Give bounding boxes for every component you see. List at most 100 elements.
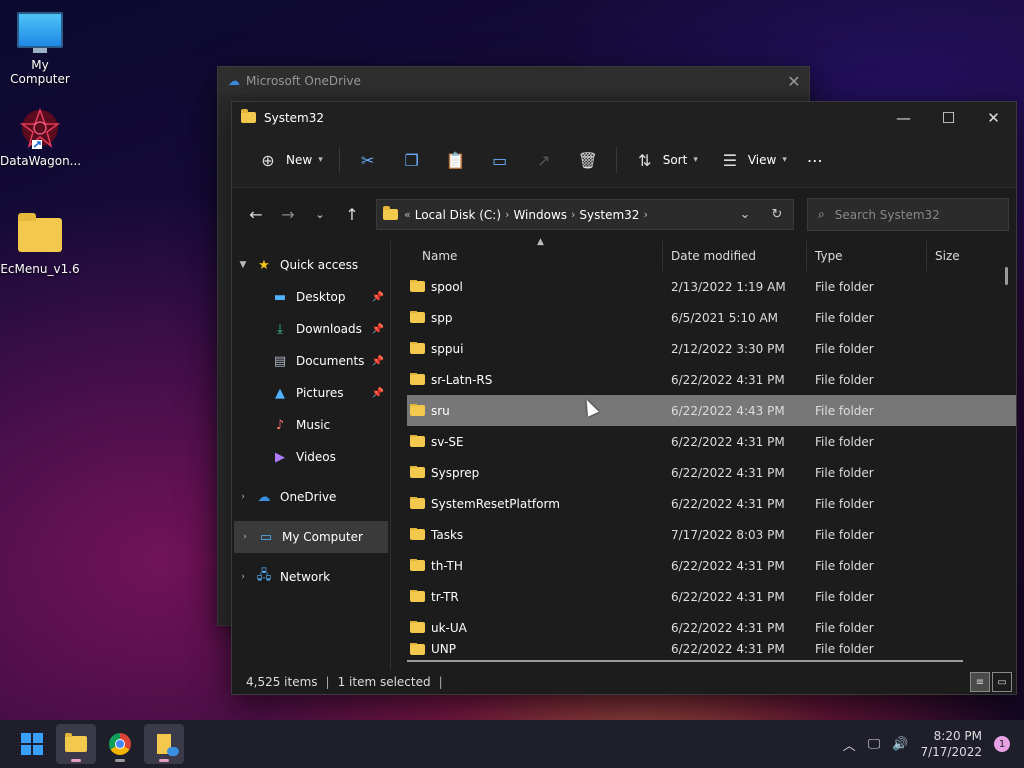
minimize-button[interactable]: — xyxy=(881,109,926,127)
documents-icon: ▤ xyxy=(273,353,287,369)
file-name-cell: uk-UA xyxy=(407,620,663,635)
details-view-icon[interactable]: ≡ xyxy=(970,672,990,692)
file-row[interactable]: sv-SE 6/22/2022 4:31 PM File folder xyxy=(407,426,1016,457)
view-lines-icon: ☰ xyxy=(722,150,738,170)
more-options-button[interactable]: ⋯ xyxy=(797,144,833,176)
sidebar-item-network[interactable]: › 🖧 Network xyxy=(232,561,390,593)
maximize-button[interactable]: ☐ xyxy=(926,109,971,127)
close-icon[interactable]: ✕ xyxy=(779,72,809,91)
breadcrumb-system32[interactable]: System32 xyxy=(579,208,639,222)
share-button[interactable]: ↗ xyxy=(522,144,566,176)
view-button[interactable]: ☰ View ▾ xyxy=(708,144,797,176)
column-header-date[interactable]: Date modified xyxy=(663,241,807,271)
network-status-icon[interactable]: 🖵 xyxy=(868,737,881,752)
notification-badge[interactable]: 1 xyxy=(994,736,1010,752)
command-bar: ⊕ New ▾ ✂ ❐ 📋 ▭ ↗ 🗑 ⇅ Sort ▾ ☰ View ▾ ⋯ xyxy=(232,133,1016,188)
file-row[interactable]: sru 6/22/2022 4:43 PM File folder xyxy=(407,395,1016,426)
monitor-icon xyxy=(17,12,63,53)
refresh-icon[interactable]: ↻ xyxy=(761,207,793,222)
column-header-type[interactable]: Type xyxy=(807,241,927,271)
horizontal-scrollbar[interactable] xyxy=(407,660,963,662)
close-button[interactable]: ✕ xyxy=(971,109,1016,127)
chevron-up-icon[interactable]: ︿ xyxy=(843,735,856,754)
folder-icon xyxy=(410,403,425,416)
file-row[interactable]: Sysprep 6/22/2022 4:31 PM File folder xyxy=(407,457,1016,488)
forward-arrow-icon[interactable]: → xyxy=(272,205,304,224)
new-button[interactable]: ⊕ New ▾ xyxy=(246,144,333,176)
search-input[interactable]: Search System32 xyxy=(835,208,940,222)
sidebar-item-music[interactable]: ♪ Music xyxy=(232,409,390,441)
taskbar-file-explorer[interactable] xyxy=(56,724,96,764)
chevron-right-icon[interactable]: › xyxy=(234,532,256,542)
desktop-icon-datawagon[interactable]: DataWagon... xyxy=(0,106,81,168)
vertical-scrollbar[interactable] xyxy=(1005,267,1008,285)
pin-icon[interactable]: 📌 xyxy=(372,292,384,303)
file-name-cell: spool xyxy=(407,279,663,294)
recent-chevron-icon[interactable]: ⌄ xyxy=(304,208,336,221)
sidebar-item-quick-access[interactable]: ▼ ★ Quick access xyxy=(232,249,390,281)
paste-icon: 📋 xyxy=(445,150,466,170)
taskbar-app[interactable] xyxy=(144,724,184,764)
sidebar-item-pictures[interactable]: ▲ Pictures 📌 xyxy=(232,377,390,409)
volume-icon[interactable]: 🔊 xyxy=(892,737,908,752)
tiles-view-icon[interactable]: ▭ xyxy=(992,672,1012,692)
file-row[interactable]: spp 6/5/2021 5:10 AM File folder xyxy=(407,302,1016,333)
datawagon-icon xyxy=(18,106,62,150)
folder-icon xyxy=(410,589,425,602)
desktop-icon-my-computer[interactable]: My Computer xyxy=(0,12,80,86)
address-bar[interactable]: « Local Disk (C:) › Windows › System32 ›… xyxy=(376,199,794,230)
file-name-cell: sv-SE xyxy=(407,434,663,449)
sidebar-item-desktop[interactable]: ▬ Desktop 📌 xyxy=(232,281,390,313)
column-header-size[interactable]: Size xyxy=(927,241,997,271)
chevron-down-icon[interactable]: ▼ xyxy=(232,260,254,270)
onedrive-cloud-icon: ☁ xyxy=(228,74,240,88)
start-button[interactable] xyxy=(12,724,52,764)
file-row[interactable]: Tasks 7/17/2022 8:03 PM File folder xyxy=(407,519,1016,550)
sidebar-item-videos[interactable]: ▶ Videos xyxy=(232,441,390,473)
chevron-down-icon: ▾ xyxy=(318,155,323,165)
copy-button[interactable]: ❐ xyxy=(390,144,434,176)
pin-icon[interactable]: 📌 xyxy=(372,356,384,367)
pin-icon[interactable]: 📌 xyxy=(372,324,384,335)
file-name: tr-TR xyxy=(431,589,459,604)
file-row[interactable]: SystemResetPlatform 6/22/2022 4:31 PM File… xyxy=(407,488,1016,519)
sort-button[interactable]: ⇅ Sort ▾ xyxy=(623,144,708,176)
clock-date: 7/17/2022 xyxy=(920,745,982,759)
back-arrow-icon[interactable]: ← xyxy=(240,205,272,224)
file-row[interactable]: UNP 6/22/2022 4:31 PM File folder xyxy=(407,643,1016,655)
file-row[interactable]: uk-UA 6/22/2022 4:31 PM File folder xyxy=(407,612,1016,643)
file-row[interactable]: th-TH 6/22/2022 4:31 PM File folder xyxy=(407,550,1016,581)
breadcrumb-local-disk[interactable]: Local Disk (C:) xyxy=(415,208,501,222)
sidebar-item-downloads[interactable]: ⤓ Downloads 📌 xyxy=(232,313,390,345)
chevron-right-icon[interactable]: › xyxy=(232,572,254,582)
file-row[interactable]: spool 2/13/2022 1:19 AM File folder xyxy=(407,271,1016,302)
folder-icon xyxy=(410,465,425,478)
search-box[interactable]: ⌕ Search System32 xyxy=(807,198,1009,231)
desktop-icon-ecmenu[interactable]: EcMenu_v1.6 xyxy=(0,212,80,276)
sidebar-item-documents[interactable]: ▤ Documents 📌 xyxy=(232,345,390,377)
sidebar-item-my-computer[interactable]: › ▭ My Computer xyxy=(234,521,388,553)
delete-button[interactable]: 🗑 xyxy=(566,144,610,176)
breadcrumb-windows[interactable]: Windows xyxy=(513,208,567,222)
taskbar-chrome[interactable] xyxy=(100,724,140,764)
file-name: sv-SE xyxy=(431,434,464,449)
clock[interactable]: 8:20 PM 7/17/2022 xyxy=(920,728,982,760)
sidebar-item-label: My Computer xyxy=(282,530,363,544)
column-header-name[interactable]: Name xyxy=(407,241,663,271)
chevron-right-icon[interactable]: › xyxy=(232,492,254,502)
rename-button[interactable]: ▭ xyxy=(478,144,522,176)
up-arrow-icon[interactable]: ↑ xyxy=(336,205,368,224)
overflow-chevron[interactable]: « xyxy=(404,208,411,221)
cut-button[interactable]: ✂ xyxy=(346,144,390,176)
file-row[interactable]: sr-Latn-RS 6/22/2022 4:31 PM File folder xyxy=(407,364,1016,395)
chrome-icon xyxy=(109,733,131,755)
pin-icon[interactable]: 📌 xyxy=(372,388,384,399)
file-row[interactable]: sppui 2/12/2022 3:30 PM File folder xyxy=(407,333,1016,364)
paste-button[interactable]: 📋 xyxy=(434,144,478,176)
onedrive-window-title: Microsoft OneDrive xyxy=(246,74,361,88)
file-row[interactable]: tr-TR 6/22/2022 4:31 PM File folder xyxy=(407,581,1016,612)
folder-icon xyxy=(410,643,425,655)
chevron-down-icon: ▾ xyxy=(693,155,698,165)
address-dropdown-icon[interactable]: ⌄ xyxy=(729,207,761,222)
sidebar-item-onedrive[interactable]: › ☁ OneDrive xyxy=(232,481,390,513)
